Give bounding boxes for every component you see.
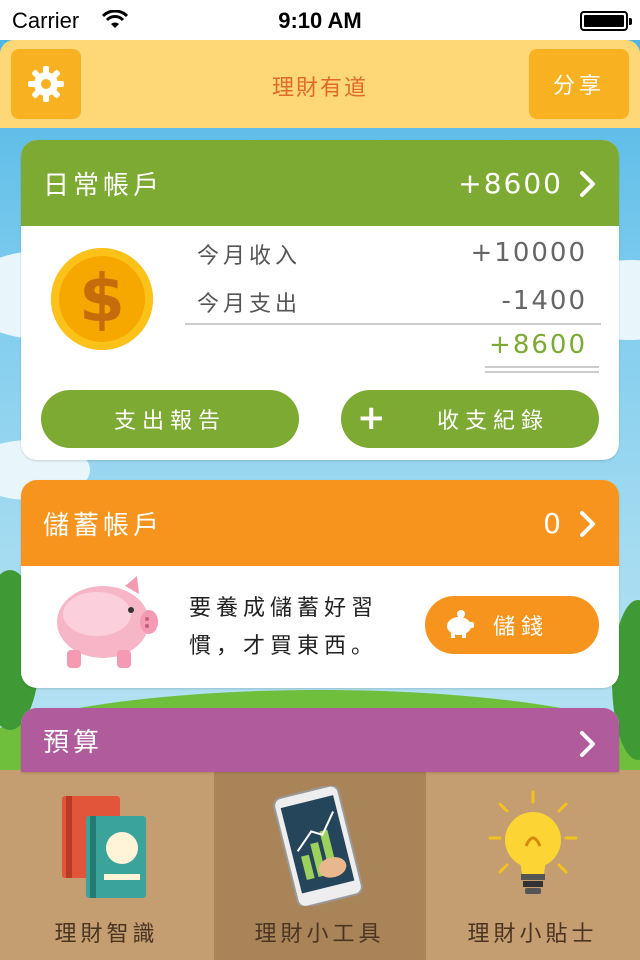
net-value: +8600 xyxy=(489,330,587,360)
deposit-button[interactable]: 儲錢 xyxy=(425,596,599,654)
budget-header[interactable]: 預算 xyxy=(21,708,619,772)
daily-account-balance: +8600 xyxy=(458,166,563,200)
expense-report-button[interactable]: 支出報告 xyxy=(41,390,299,448)
income-value: +10000 xyxy=(470,238,587,268)
budget-card[interactable]: 預算 xyxy=(21,708,619,772)
budget-title: 預算 xyxy=(43,727,104,758)
tab-label: 理財小貼士 xyxy=(467,922,598,947)
chevron-right-icon xyxy=(580,171,595,197)
expense-report-label: 支出報告 xyxy=(113,409,226,434)
savings-account-card: 儲蓄帳戶 0 要養成儲蓄好習慣，才買東西。 儲錢 xyxy=(21,480,619,688)
tab-label: 理財小工具 xyxy=(254,922,385,947)
savings-message: 要養成儲蓄好習慣，才買東西。 xyxy=(189,596,379,659)
piggy-bank-icon xyxy=(57,576,158,668)
savings-account-title: 儲蓄帳戶 xyxy=(43,510,164,541)
tab-label: 理財智識 xyxy=(54,922,159,947)
expense-value: -1400 xyxy=(501,286,587,316)
clock: 9:10 AM xyxy=(278,8,362,33)
expense-label: 今月支出 xyxy=(197,292,302,317)
chevron-right-icon xyxy=(580,511,595,537)
chevron-right-icon xyxy=(580,731,595,757)
savings-account-header[interactable]: 儲蓄帳戶 0 xyxy=(21,480,619,566)
status-bar: Carrier 9:10 AM xyxy=(0,0,640,40)
phone-chart-icon xyxy=(273,786,363,906)
lightbulb-icon xyxy=(488,790,578,894)
share-button[interactable]: 分享 xyxy=(529,49,629,119)
savings-account-balance: 0 xyxy=(543,506,563,540)
plus-icon: + xyxy=(357,398,392,438)
double-underline xyxy=(485,371,599,373)
battery-icon xyxy=(580,11,632,31)
divider xyxy=(185,323,601,325)
daily-account-header[interactable]: 日常帳戶 +8600 xyxy=(21,140,619,226)
piggy-bank-icon xyxy=(447,610,474,638)
income-row: 今月收入 +10000 xyxy=(197,238,597,270)
tab-financial-tools[interactable]: 理財小工具 xyxy=(213,784,426,960)
income-label: 今月收入 xyxy=(197,244,302,269)
double-underline xyxy=(485,366,599,368)
transaction-record-button[interactable]: + 收支紀錄 xyxy=(341,390,599,448)
transaction-record-label: 收支紀錄 xyxy=(437,409,550,434)
tab-financial-tips[interactable]: 理財小貼士 xyxy=(426,784,639,960)
tab-financial-knowledge[interactable]: 理財智識 xyxy=(0,784,213,960)
app-header: 理財有道 分享 xyxy=(0,40,640,128)
coin-icon: $ xyxy=(51,248,153,350)
daily-account-card: 日常帳戶 +8600 $ 今月收入 +10000 今月支出 -1400 +860… xyxy=(21,140,619,460)
daily-account-title: 日常帳戶 xyxy=(43,170,164,201)
expense-row: 今月支出 -1400 xyxy=(197,286,597,318)
deposit-label: 儲錢 xyxy=(493,615,550,640)
books-icon xyxy=(62,796,146,898)
